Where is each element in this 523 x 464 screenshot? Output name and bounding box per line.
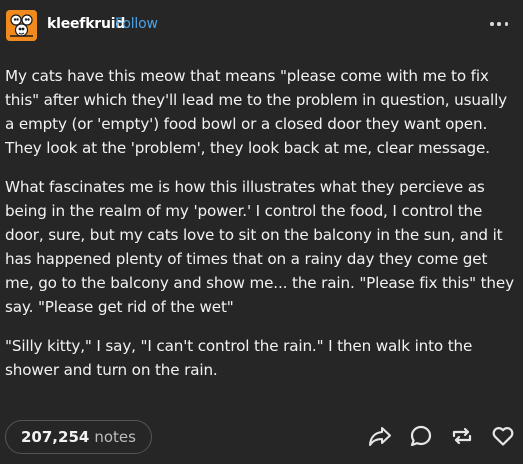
username[interactable]: kleefkruid bbox=[47, 16, 125, 32]
post-actions bbox=[368, 424, 515, 448]
ellipsis-dot bbox=[497, 22, 501, 26]
reply-icon[interactable] bbox=[409, 424, 433, 448]
ellipsis-dot bbox=[490, 22, 494, 26]
notes-button[interactable]: 207,254 notes bbox=[5, 420, 152, 454]
post-card: kleefkruid Follow My cats have this meow… bbox=[0, 0, 523, 464]
ellipsis-dot bbox=[504, 22, 508, 26]
avatar-image bbox=[6, 10, 37, 41]
post-paragraph: "Silly kitty," I say, "I can't control t… bbox=[5, 337, 473, 379]
like-icon[interactable] bbox=[491, 424, 515, 448]
reblog-icon[interactable] bbox=[450, 424, 474, 448]
post-paragraph: What fascinates me is how this illustrat… bbox=[5, 178, 514, 316]
avatar[interactable] bbox=[6, 10, 37, 41]
post-paragraph: My cats have this meow that means "pleas… bbox=[5, 67, 507, 157]
ellipsis-icon[interactable] bbox=[487, 14, 511, 34]
post-footer: 207,254 notes bbox=[0, 413, 523, 461]
follow-button[interactable]: Follow bbox=[115, 16, 158, 32]
notes-label: notes bbox=[94, 428, 136, 446]
post-header: kleefkruid Follow bbox=[0, 0, 523, 52]
share-icon[interactable] bbox=[368, 424, 392, 448]
notes-count: 207,254 bbox=[21, 428, 90, 446]
post-body: My cats have this meow that means "pleas… bbox=[5, 64, 515, 397]
